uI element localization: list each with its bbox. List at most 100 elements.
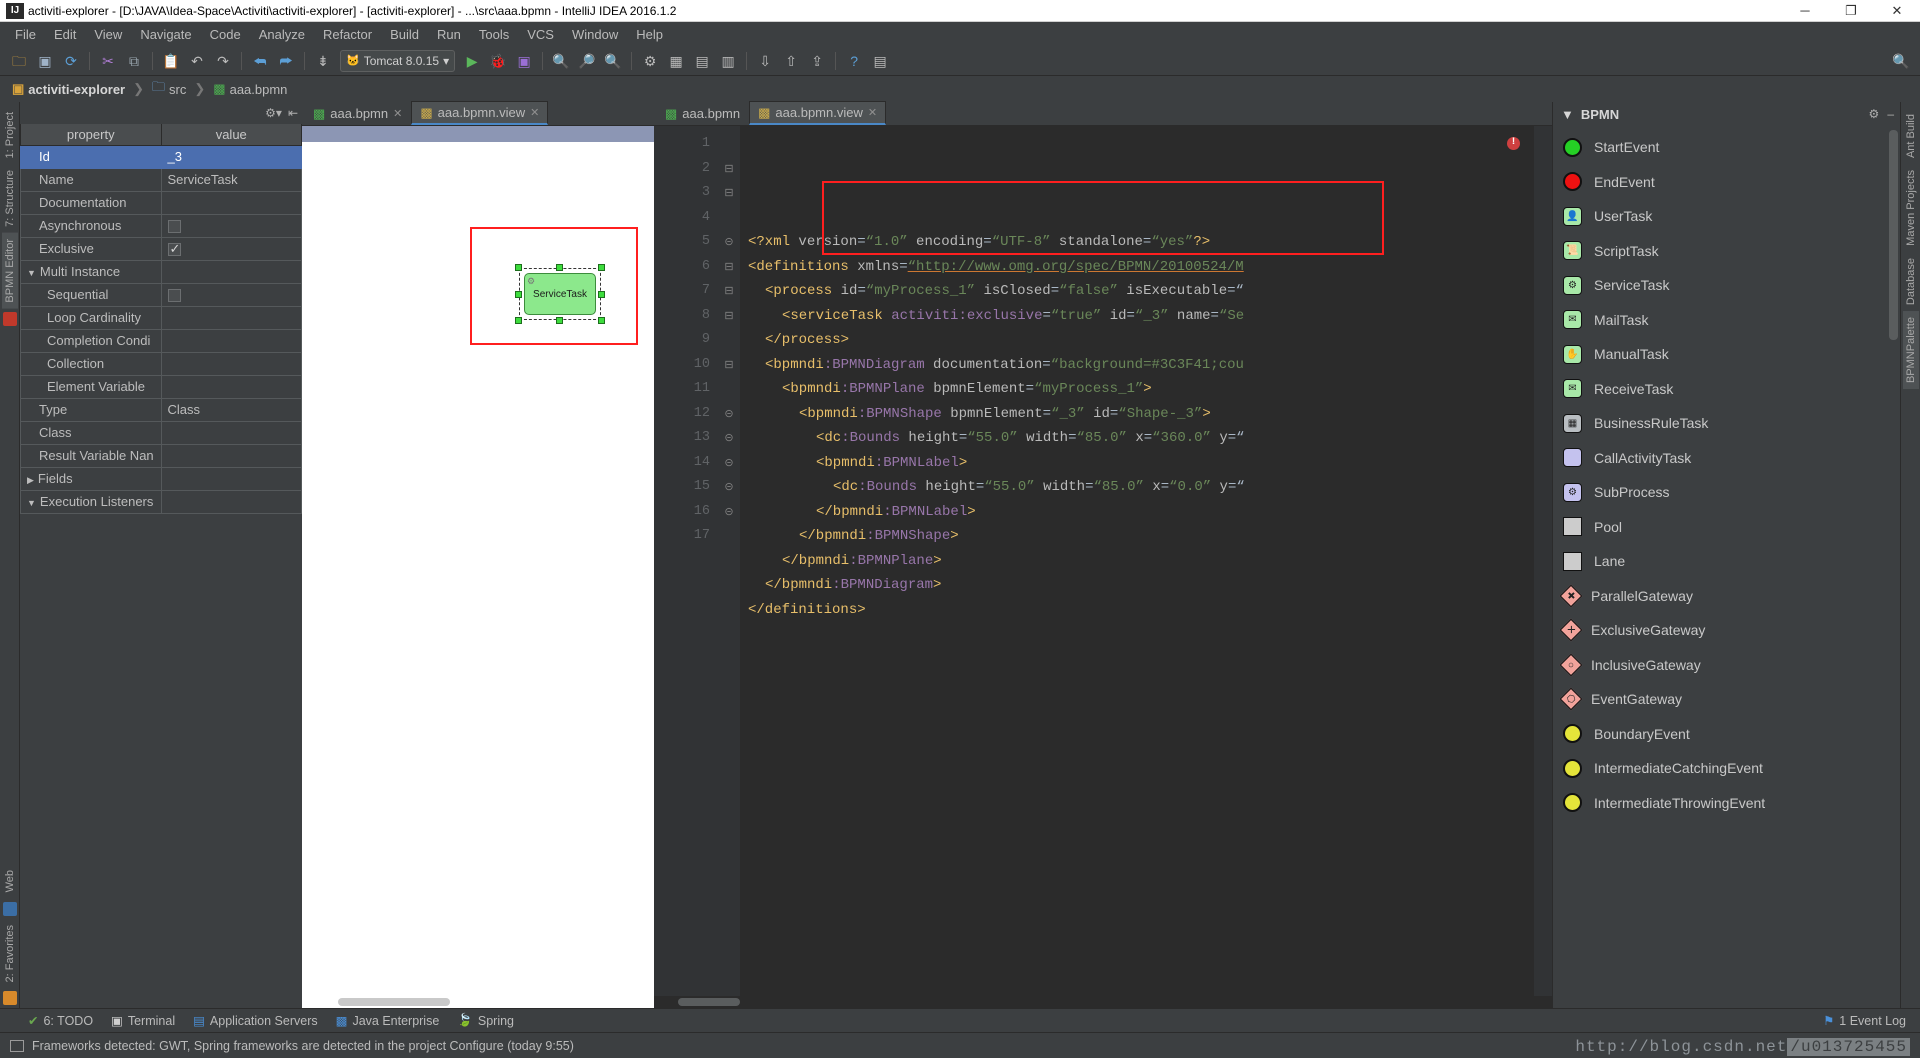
property-row[interactable]: Loop Cardinality [20,305,302,330]
property-row[interactable]: Documentation [20,190,302,215]
fold-marker-icon[interactable]: ⊟ [718,255,740,280]
tab-aaa-bpmn-view[interactable]: ▩ aaa.bpmn.view ✕ [411,101,549,125]
fold-marker-icon[interactable]: ⊝ [718,230,740,255]
property-value-cell[interactable]: _3 [160,144,302,169]
sidebar-item-ant-build[interactable]: Ant Build [1903,108,1919,164]
property-row[interactable]: Type Class [20,397,302,422]
property-row[interactable]: Name ServiceTask [20,167,302,192]
menu-window[interactable]: Window [563,24,627,45]
close-icon[interactable]: ✕ [868,106,877,119]
property-row[interactable]: Class [20,420,302,445]
chevron-down-icon[interactable]: ▾ [443,54,449,68]
sidebar-item-maven-projects[interactable]: Maven Projects [1903,164,1919,252]
resize-handle-w[interactable] [515,291,522,298]
paste-icon[interactable]: 📋 [159,49,183,73]
collapse-icon[interactable]: – [1887,107,1894,121]
bottom-item-todo[interactable]: ✔ 6: TODO [28,1013,93,1029]
property-row[interactable]: Asynchronous [20,213,302,238]
menu-analyze[interactable]: Analyze [250,24,314,45]
fold-marker-icon[interactable]: ⊟ [718,353,740,378]
resize-handle-n[interactable] [556,264,563,271]
find-icon[interactable]: 🔍 [549,49,573,73]
sidebar-item-bpmn-palette[interactable]: BPMNPalette [1902,310,1919,389]
cut-icon[interactable]: ✂ [96,49,120,73]
settings-icon[interactable]: ⚙ [638,49,662,73]
menu-tools[interactable]: Tools [470,24,518,45]
minimize-button[interactable]: ─ [1782,0,1828,22]
code-line[interactable]: <bpmndi:BPMNDiagram documentation=“backg… [740,353,1534,378]
menu-help[interactable]: Help [627,24,672,45]
editor-right-gutter[interactable] [1534,126,1552,996]
fold-marker-icon[interactable]: ⊝ [718,451,740,476]
sidebar-item-favorites[interactable]: 2: Favorites [2,919,18,988]
palette-item-inclusivegateway[interactable]: ○ InclusiveGateway [1553,648,1900,683]
property-row[interactable]: Result Variable Nan [20,443,302,468]
code-text-area[interactable]: ! <?xml version=“1.0” encoding=“UTF-8” s… [740,126,1534,996]
code-line[interactable]: <bpmndi:BPMNLabel> [740,451,1534,476]
palette-item-startevent[interactable]: StartEvent [1553,130,1900,165]
close-icon[interactable]: ✕ [393,107,402,120]
property-row[interactable]: Id _3 [20,144,302,169]
menu-view[interactable]: View [85,24,131,45]
code-line[interactable]: <definitions xmlns=“http://www.omg.org/s… [740,255,1534,280]
palette-item-exclusivegateway[interactable]: ✕ ExclusiveGateway [1553,613,1900,648]
chevron-down-icon[interactable]: ▼ [27,268,36,278]
bottom-item-java-enterprise[interactable]: ▩ Java Enterprise [336,1013,440,1029]
bottom-item-event-log[interactable]: ⚑ 1 Event Log [1823,1013,1920,1029]
sdk-manager-icon[interactable]: ▤ [690,49,714,73]
close-button[interactable]: ✕ [1874,0,1920,22]
property-row[interactable]: Exclusive [20,236,302,261]
tab-aaa-bpmn[interactable]: ▩ aaa.bpmn ✕ [304,101,412,125]
bottom-item-spring[interactable]: 🍃 Spring [457,1013,514,1028]
code-line[interactable]: <bpmndi:BPMNShape bpmnElement=“_3” id=“S… [740,402,1534,427]
property-value-cell[interactable] [160,190,302,215]
breadcrumb-item-src[interactable]: 🗀 src [148,77,190,101]
chevron-right-icon[interactable]: ▶ [27,475,34,486]
error-badge[interactable]: ! [1507,137,1520,150]
property-value-cell[interactable] [160,351,302,376]
palette-item-intermediatethrowingevent[interactable]: IntermediateThrowingEvent [1553,786,1900,821]
collapse-icon[interactable]: ⇤ [288,106,298,120]
forward-icon[interactable]: ⮫ [274,49,298,73]
property-value-cell[interactable] [160,213,302,238]
property-value-cell[interactable] [160,282,302,307]
service-task-node[interactable]: ⚙ ServiceTask [515,264,605,324]
gear-icon[interactable]: ⚙▾ [265,106,282,120]
palette-item-pool[interactable]: Pool [1553,510,1900,545]
palette-item-boundaryevent[interactable]: BoundaryEvent [1553,717,1900,752]
property-value-cell[interactable] [160,236,302,261]
save-all-icon[interactable]: ▣ [33,49,57,73]
replace-icon[interactable]: 🔎 [575,49,599,73]
palette-item-callactivitytask[interactable]: CallActivityTask [1553,441,1900,476]
property-value-cell[interactable] [160,489,302,514]
breadcrumb-item-module[interactable]: ▣ activiti-explorer [8,80,129,98]
palette-item-manualtask[interactable]: ✋ ManualTask [1553,337,1900,372]
palette-item-intermediatecatchingevent[interactable]: IntermediateCatchingEvent [1553,751,1900,786]
close-icon[interactable]: ✕ [530,106,539,119]
debug-button[interactable]: 🐞 [486,49,510,73]
sidebar-item-database[interactable]: Database [1903,252,1919,311]
copy-icon[interactable]: ⧉ [122,49,146,73]
property-value-cell[interactable] [160,305,302,330]
code-line[interactable]: <serviceTask activiti:exclusive=“true” i… [740,304,1534,329]
menu-file[interactable]: File [6,24,45,45]
vcs-history-icon[interactable]: ⇪ [805,49,829,73]
palette-item-subprocess[interactable]: ⚙ SubProcess [1553,475,1900,510]
code-folding-gutter[interactable]: ⊟ ⊟ ⊝ ⊟ ⊟ ⊟ ⊟ ⊝ ⊝ ⊝ ⊝ ⊝ [718,126,740,996]
resize-handle-nw[interactable] [515,264,522,271]
sidebar-item-project[interactable]: 1: Project [2,106,18,164]
resize-handle-ne[interactable] [598,264,605,271]
checkbox-unchecked[interactable] [167,289,181,303]
property-value-cell[interactable] [160,420,302,445]
fold-marker-icon[interactable]: ⊟ [718,279,740,304]
code-line[interactable]: <?xml version=“1.0” encoding=“UTF-8” sta… [740,230,1534,255]
maximize-button[interactable]: ❐ [1828,0,1874,22]
run-configuration-selector[interactable]: 🐱 Tomcat 8.0.15 ▾ [340,49,456,72]
code-tab-aaa-bpmn-view[interactable]: ▩ aaa.bpmn.view ✕ [749,101,887,125]
property-value-cell[interactable]: ServiceTask [160,167,302,192]
redo-icon[interactable]: ↷ [211,49,235,73]
fold-marker-icon[interactable]: ⊟ [718,157,740,182]
bottom-item-application-servers[interactable]: ▤ Application Servers [193,1013,318,1029]
code-horizontal-scrollbar[interactable] [654,996,1552,1008]
property-value-cell[interactable] [160,259,302,284]
